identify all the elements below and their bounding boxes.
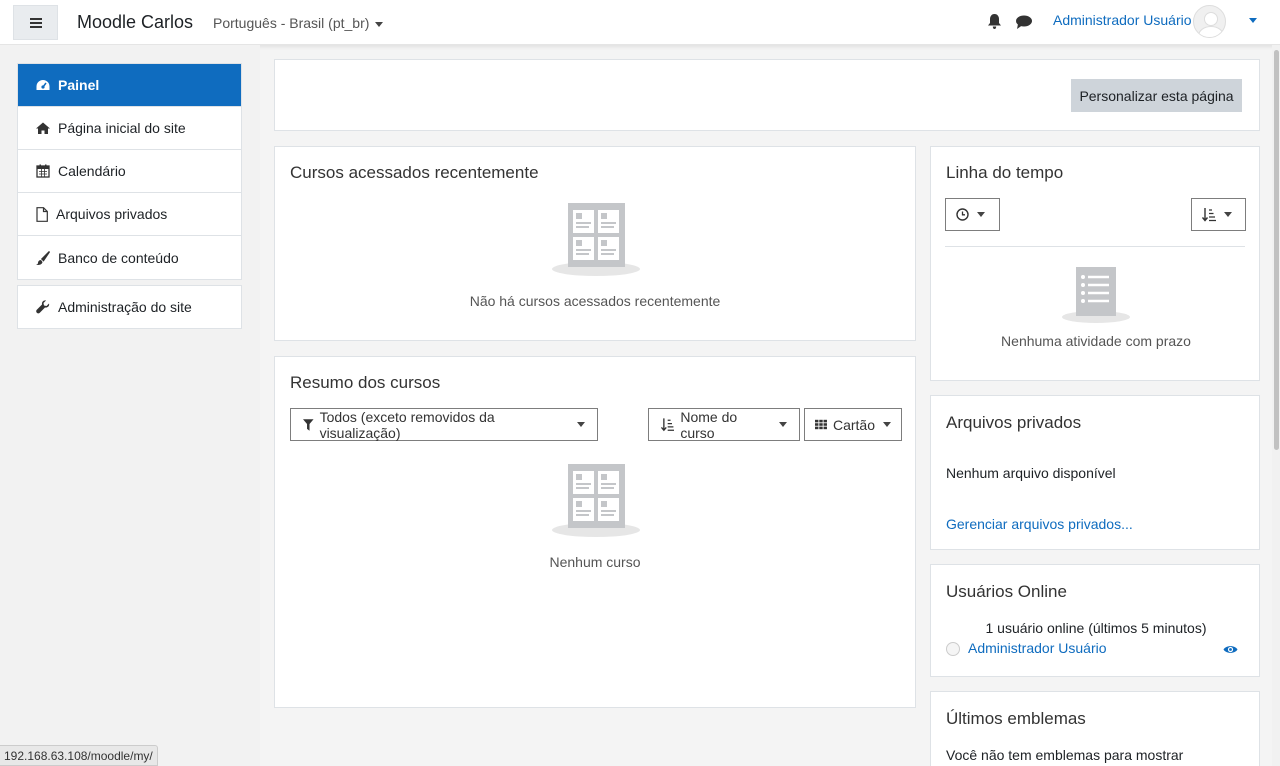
block-title: Cursos acessados recentemente (290, 163, 539, 182)
avatar (946, 642, 960, 656)
drawer-toggle-button[interactable] (13, 5, 58, 40)
sort-icon (1202, 207, 1216, 222)
sidebar-item-label: Administração do site (58, 299, 192, 315)
customize-page-button[interactable]: Personalizar esta página (1071, 79, 1242, 112)
sidebar-item-painel[interactable]: Painel (18, 64, 241, 107)
user-avatar[interactable] (1193, 5, 1226, 38)
online-users-summary: 1 usuário online (últimos 5 minutos) (985, 620, 1207, 636)
chevron-down-icon (577, 422, 585, 427)
timeline-day-filter-dropdown[interactable] (945, 198, 1000, 231)
paintbrush-icon (36, 250, 50, 265)
chevron-down-icon (779, 422, 787, 427)
courses-placeholder-icon (552, 464, 640, 537)
file-icon (36, 206, 48, 222)
chevron-down-icon (883, 422, 891, 427)
sidebar-item-home[interactable]: Página inicial do site (18, 107, 241, 150)
eye-icon[interactable] (1223, 644, 1238, 655)
block-title: Linha do tempo (946, 163, 1064, 182)
block-title: Usuários Online (946, 582, 1067, 601)
site-name[interactable]: Moodle Carlos (77, 12, 193, 33)
private-files-block: Arquivos privados Nenhum arquivo disponí… (930, 395, 1260, 550)
nav-drawer-list: Painel Página inicial do site Calendário… (17, 63, 242, 280)
recent-courses-empty: Não há cursos acessados recentemente (469, 293, 721, 309)
recent-courses-block: Cursos acessados recentemente Não há cur… (274, 146, 916, 341)
timeline-block: Linha do tempo Nenhuma atividade com pra… (930, 146, 1260, 381)
sidebar-item-label: Calendário (58, 163, 126, 179)
course-overview-block: Resumo dos cursos Todos (exceto removido… (274, 356, 916, 708)
chevron-down-icon (375, 21, 384, 27)
page-scrollbar-thumb[interactable] (1274, 50, 1279, 450)
user-menu-chevron-icon[interactable] (1249, 18, 1257, 23)
sidebar-item-label: Arquivos privados (56, 206, 168, 222)
user-menu-name[interactable]: Administrador Usuário (1053, 12, 1192, 28)
view-label: Cartão (832, 416, 875, 433)
tachometer-icon (36, 80, 50, 90)
filter-icon (303, 418, 314, 431)
sidebar-item-label: Painel (58, 77, 100, 93)
manage-private-files-link[interactable]: Gerenciar arquivos privados... (946, 516, 1133, 532)
sidebar-item-content-bank[interactable]: Banco de conteúdo (18, 236, 241, 279)
block-title: Resumo dos cursos (290, 373, 441, 392)
online-user-link[interactable]: Administrador Usuário (968, 640, 1107, 656)
online-users-block: Usuários Online 1 usuário online (último… (930, 564, 1260, 677)
grid-icon (815, 419, 827, 430)
filter-label: Todos (exceto removidos da visualização) (319, 408, 495, 441)
home-icon (36, 122, 50, 134)
grouping-filter-dropdown[interactable]: Todos (exceto removidos da visualização) (290, 408, 598, 441)
sort-dropdown[interactable]: Nome do curso (648, 408, 800, 441)
sidebar-item-calendar[interactable]: Calendário (18, 150, 241, 193)
block-title: Arquivos privados (946, 413, 1082, 432)
sidebar-item-private-files[interactable]: Arquivos privados (18, 193, 241, 236)
timeline-sort-dropdown[interactable] (1191, 198, 1246, 231)
badges-empty: Você não tem emblemas para mostrar (946, 747, 1184, 763)
courses-placeholder-icon (552, 203, 640, 276)
browser-status-url: 192.168.63.108/moodle/my/ (0, 745, 158, 766)
chevron-down-icon (977, 212, 985, 217)
language-selector[interactable]: Português - Brasil (pt_br) (213, 15, 384, 31)
sort-icon (661, 417, 675, 431)
sort-label: Nome do curso (680, 408, 738, 441)
top-navbar: Moodle Carlos Português - Brasil (pt_br)… (0, 0, 1280, 45)
messages-icon[interactable] (1016, 15, 1032, 29)
clock-icon (956, 208, 969, 221)
calendar-icon (36, 164, 50, 178)
private-files-empty: Nenhum arquivo disponível (946, 465, 1116, 481)
view-dropdown[interactable]: Cartão (804, 408, 902, 441)
sidebar-item-site-admin[interactable]: Administração do site (17, 285, 242, 329)
timeline-placeholder-icon (1062, 267, 1130, 323)
hamburger-icon (29, 17, 42, 28)
block-title: Últimos emblemas (946, 709, 1086, 728)
bell-icon[interactable] (988, 14, 1001, 29)
sidebar-item-label: Banco de conteúdo (58, 249, 179, 266)
course-overview-empty: Nenhum curso (549, 554, 641, 570)
language-label: Português - Brasil (pt_br) (213, 15, 370, 31)
latest-badges-block: Últimos emblemas Você não tem emblemas p… (930, 691, 1260, 766)
divider (945, 246, 1245, 247)
timeline-empty: Nenhuma atividade com prazo (1001, 333, 1191, 349)
sidebar-item-label: Página inicial do site (58, 120, 186, 136)
chevron-down-icon (1224, 212, 1232, 217)
wrench-icon (36, 300, 50, 314)
